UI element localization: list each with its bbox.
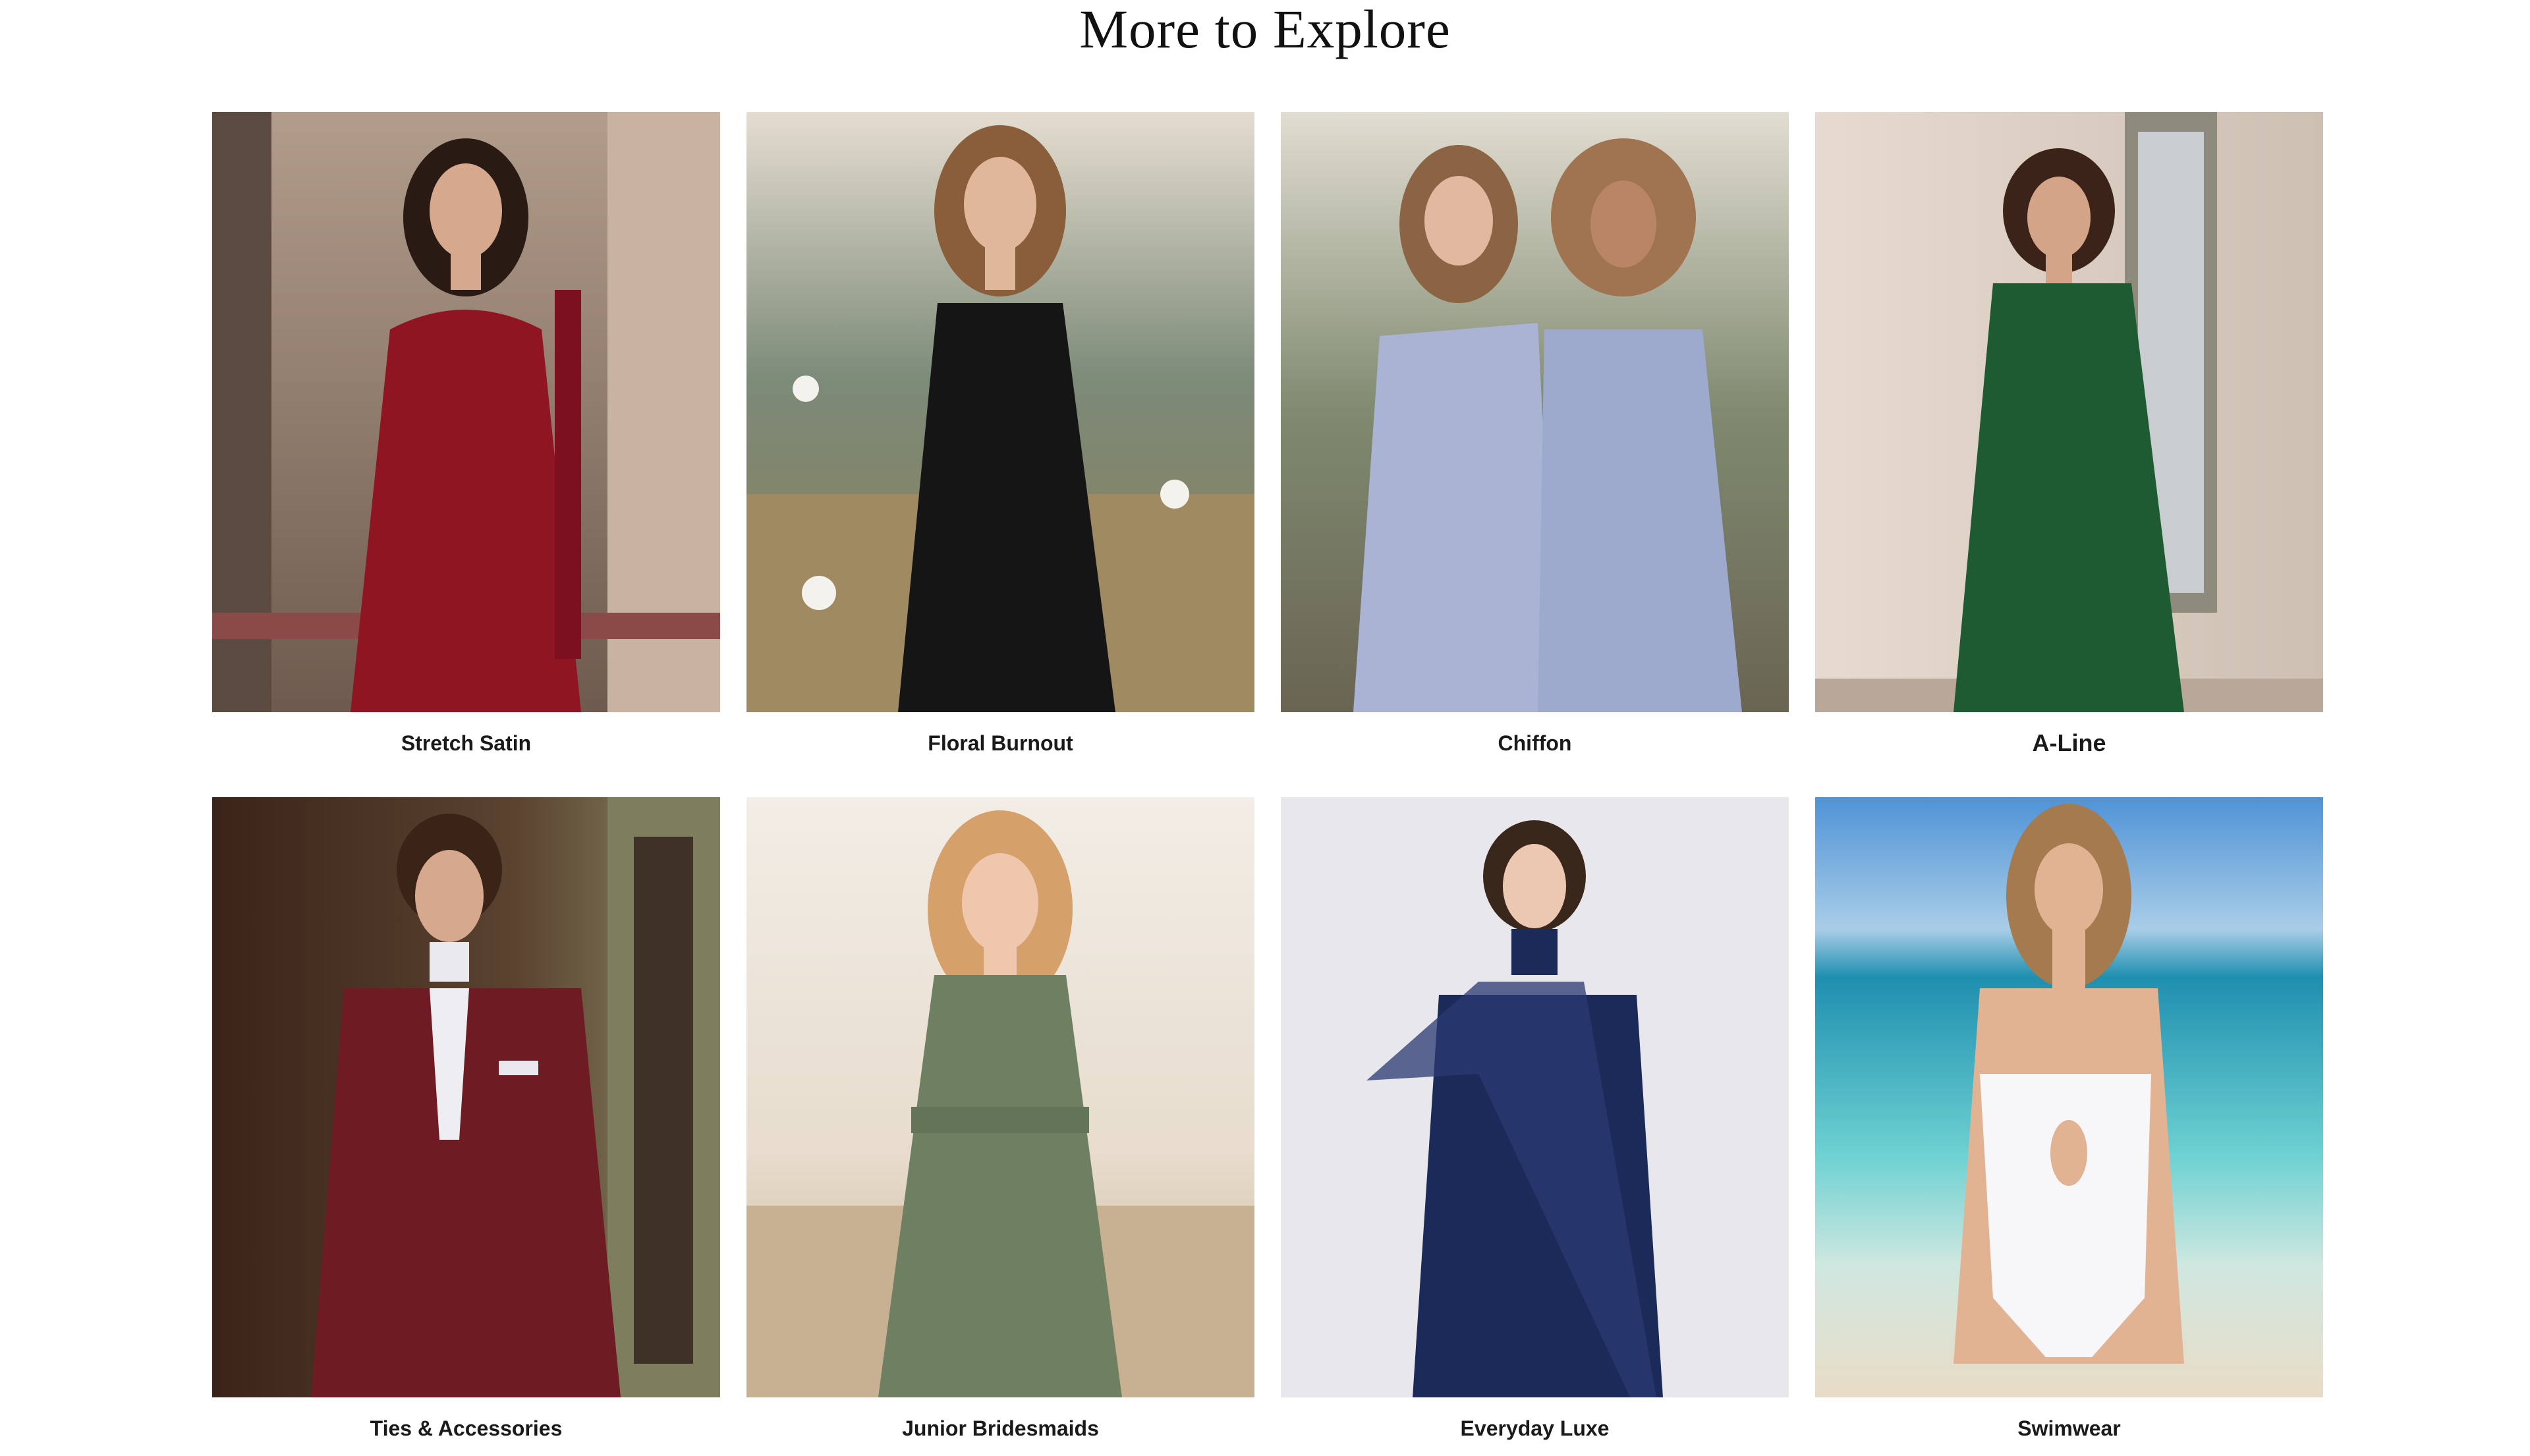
category-label[interactable]: Floral Burnout	[746, 730, 1254, 756]
category-card-junior-bridesmaids[interactable]: Junior Bridesmaids	[746, 797, 1254, 1440]
category-card-chiffon[interactable]: Chiffon	[1281, 112, 1789, 755]
category-image-chiffon[interactable]	[1281, 112, 1789, 712]
category-image-floral-burnout[interactable]	[746, 112, 1254, 712]
category-label[interactable]: Swimwear	[1815, 1415, 2323, 1442]
category-image-ties-accessories[interactable]	[212, 797, 720, 1397]
category-label[interactable]: Stretch Satin	[212, 730, 720, 756]
more-to-explore-page: More to Explore Stretch Satin Floral Bur…	[0, 0, 2530, 1456]
category-image-swimwear[interactable]	[1815, 797, 2323, 1397]
category-image-stretch-satin[interactable]	[212, 112, 720, 712]
category-label[interactable]: Everyday Luxe	[1281, 1415, 1789, 1442]
category-card-a-line[interactable]: A-Line	[1815, 112, 2323, 756]
category-card-stretch-satin[interactable]: Stretch Satin	[212, 112, 720, 755]
category-card-floral-burnout[interactable]: Floral Burnout	[746, 112, 1254, 755]
category-image-a-line[interactable]	[1815, 112, 2323, 712]
category-image-everyday-luxe[interactable]	[1281, 797, 1789, 1397]
category-label[interactable]: Junior Bridesmaids	[746, 1415, 1254, 1442]
category-card-swimwear[interactable]: Swimwear	[1815, 797, 2323, 1440]
category-label[interactable]: Chiffon	[1281, 730, 1789, 756]
category-image-junior-bridesmaids[interactable]	[746, 797, 1254, 1397]
category-card-ties-accessories[interactable]: Ties & Accessories	[212, 797, 720, 1440]
section-title: More to Explore	[1079, 0, 1451, 59]
category-label[interactable]: A-Line	[1815, 730, 2323, 756]
category-card-everyday-luxe[interactable]: Everyday Luxe	[1281, 797, 1789, 1440]
category-label[interactable]: Ties & Accessories	[212, 1415, 720, 1442]
